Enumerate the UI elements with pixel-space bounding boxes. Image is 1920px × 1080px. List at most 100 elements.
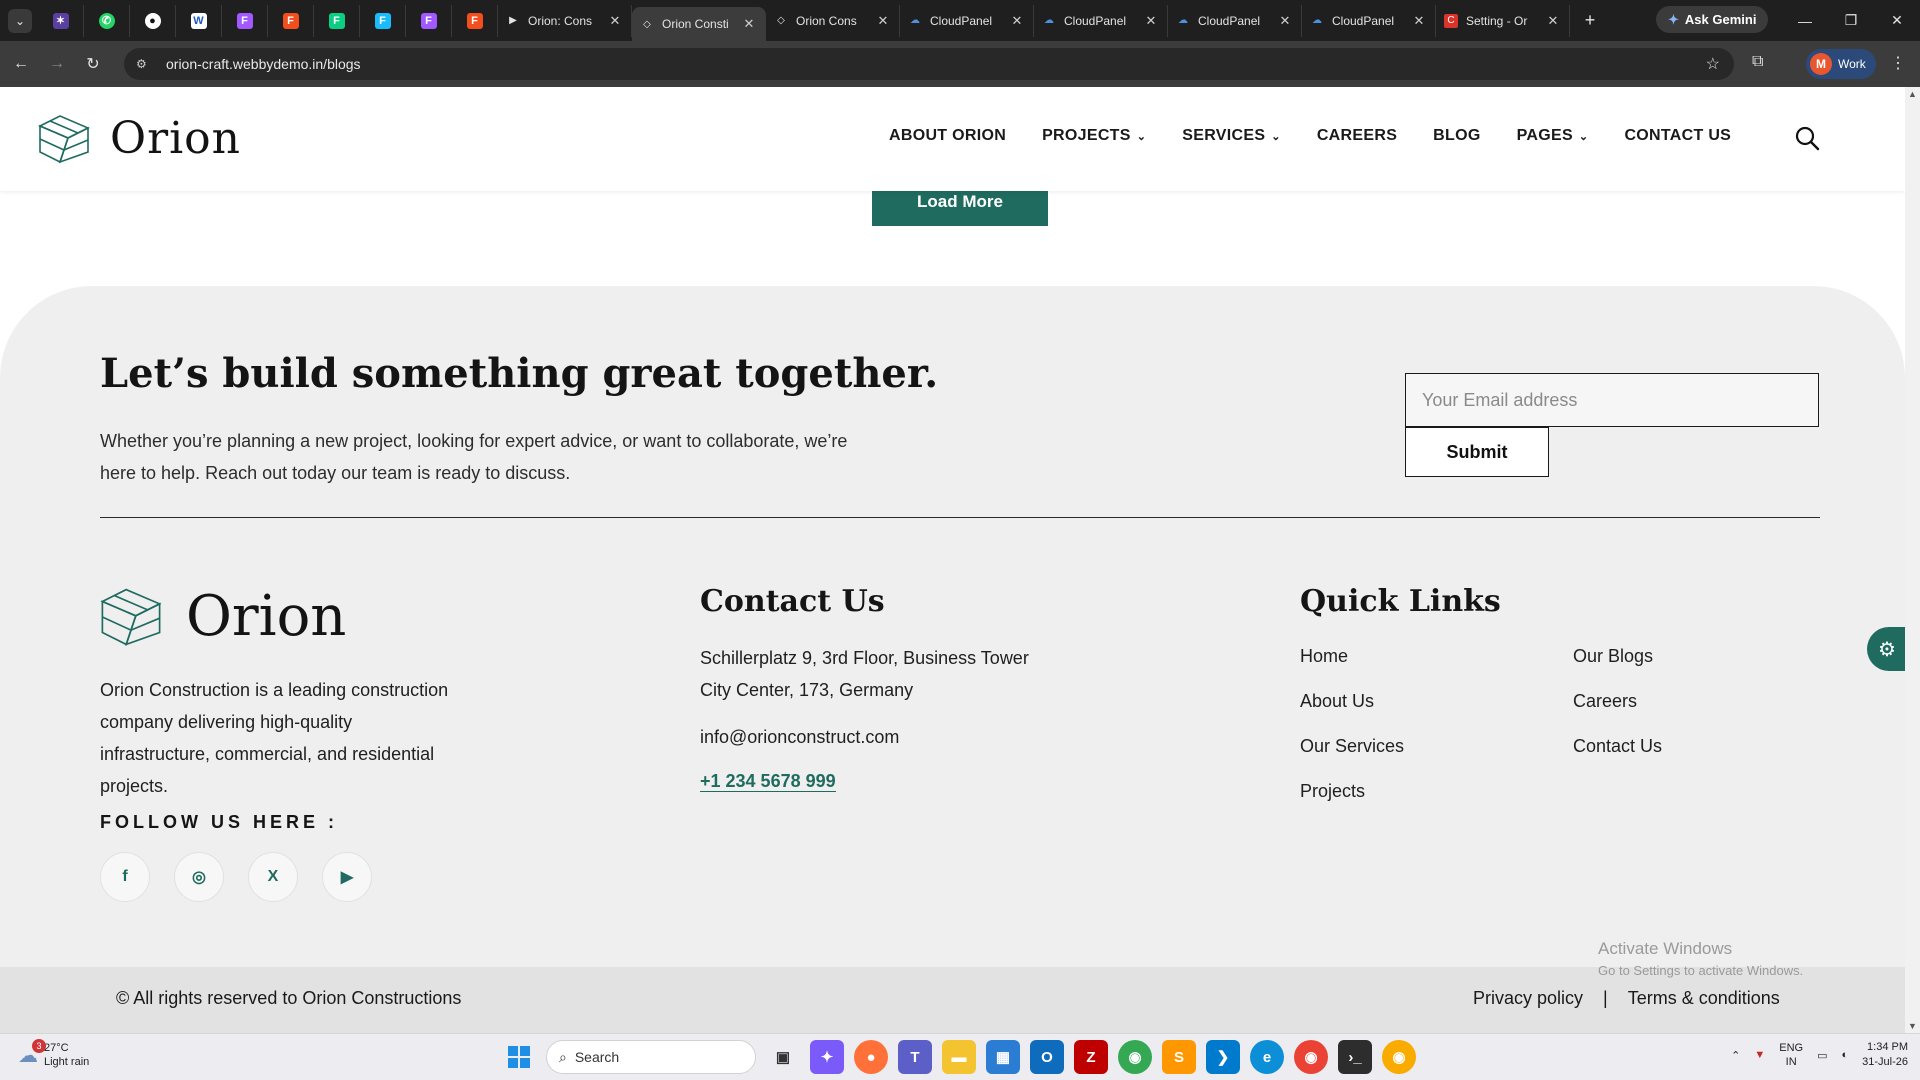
browser-tab[interactable]: C Setting - Or ✕ — [1436, 4, 1570, 37]
nav-contact-us[interactable]: CONTACT US — [1624, 127, 1731, 145]
nav-label: SERVICES — [1182, 127, 1266, 144]
profile-button[interactable]: M Work — [1806, 49, 1876, 79]
quick-link-home[interactable]: Home — [1300, 646, 1348, 667]
sublime-icon[interactable]: S — [1162, 1040, 1196, 1074]
volume-icon[interactable]: ◐ — [1841, 1049, 1848, 1061]
instagram-icon[interactable]: ◎ — [174, 852, 224, 902]
quick-link-projects[interactable]: Projects — [1300, 781, 1365, 802]
edge-icon[interactable]: e — [1250, 1040, 1284, 1074]
youtube-icon[interactable]: ▶ — [322, 852, 372, 902]
store-icon[interactable]: ▦ — [986, 1040, 1020, 1074]
nav-careers[interactable]: CAREERS — [1317, 127, 1397, 145]
pinned-tab[interactable]: F — [452, 4, 498, 37]
contact-email-link[interactable]: info@orionconstruct.com — [700, 721, 899, 753]
nav-services[interactable]: SERVICES ⌄ — [1182, 127, 1281, 145]
x-icon[interactable]: X — [248, 852, 298, 902]
close-icon[interactable]: ✕ — [1545, 13, 1561, 29]
pinned-tab[interactable]: F — [268, 4, 314, 37]
reload-button[interactable]: ↻ — [78, 49, 108, 79]
url-bar[interactable]: ⚙ orion-craft.webbydemo.in/blogs ☆ — [124, 48, 1734, 80]
page-scrollbar[interactable]: ▲ ▼ — [1905, 87, 1920, 1033]
firefox-icon[interactable]: ● — [854, 1040, 888, 1074]
quick-link-contact[interactable]: Contact Us — [1573, 736, 1662, 757]
file-explorer-icon[interactable]: ▬ — [942, 1040, 976, 1074]
search-icon[interactable] — [1794, 125, 1820, 151]
facebook-icon[interactable]: f — [100, 852, 150, 902]
chrome-icon[interactable]: ◉ — [1118, 1040, 1152, 1074]
nav-projects[interactable]: PROJECTS ⌄ — [1042, 127, 1146, 145]
email-input[interactable] — [1405, 373, 1819, 427]
copyright-text: © All rights reserved to Orion Construct… — [116, 988, 462, 1008]
browser-tab[interactable]: ▶ Orion: Cons ✕ — [498, 4, 632, 37]
close-icon[interactable]: ✕ — [1009, 13, 1025, 29]
close-icon[interactable]: ✕ — [1143, 13, 1159, 29]
app-icon: ✶ — [52, 12, 69, 29]
chevron-up-icon[interactable]: ⌃ — [1731, 1049, 1740, 1062]
back-button[interactable]: ← — [6, 49, 36, 79]
contact-phone-link[interactable]: +1 234 5678 999 — [700, 771, 836, 792]
browser-tab-active[interactable]: ◇ Orion Consti ✕ — [632, 7, 766, 41]
new-tab-button[interactable]: + — [1576, 10, 1604, 31]
close-icon[interactable]: ✕ — [1277, 13, 1293, 29]
close-icon[interactable]: ✕ — [741, 16, 757, 32]
pinned-tab[interactable]: F — [222, 4, 268, 37]
task-view-icon[interactable]: ▣ — [766, 1040, 800, 1074]
language-indicator[interactable]: ENG IN — [1779, 1041, 1803, 1069]
start-button[interactable] — [502, 1040, 536, 1074]
restore-button[interactable]: ❐ — [1828, 0, 1874, 41]
vscode-icon[interactable]: ❯ — [1206, 1040, 1240, 1074]
close-icon[interactable]: ✕ — [607, 13, 623, 29]
pinned-tab[interactable]: W — [176, 4, 222, 37]
browser-menu-icon[interactable]: ⋮ — [1890, 53, 1906, 73]
bookmark-star-icon[interactable]: ☆ — [1706, 54, 1720, 74]
nav-blog[interactable]: BLOG — [1433, 127, 1480, 145]
quick-link-blogs[interactable]: Our Blogs — [1573, 646, 1653, 667]
pinned-tab[interactable]: ● — [130, 4, 176, 37]
nav-pages[interactable]: PAGES ⌄ — [1517, 127, 1589, 145]
clock[interactable]: 1:34 PM 31-Jul-26 — [1862, 1040, 1908, 1070]
network-icon[interactable]: ▭ — [1817, 1049, 1827, 1062]
pinned-tab[interactable]: F — [406, 4, 452, 37]
close-window-button[interactable]: ✕ — [1874, 0, 1920, 41]
terms-link[interactable]: Terms & conditions — [1628, 988, 1780, 1009]
pinned-tab[interactable]: F — [360, 4, 406, 37]
chrome-canary-icon[interactable]: ◉ — [1382, 1040, 1416, 1074]
copilot-icon[interactable]: ✦ — [810, 1040, 844, 1074]
chrome-profile-icon[interactable]: ◉ — [1294, 1040, 1328, 1074]
teams-icon[interactable]: T — [898, 1040, 932, 1074]
close-icon[interactable]: ✕ — [875, 13, 891, 29]
terminal-icon[interactable]: ›_ — [1338, 1040, 1372, 1074]
ask-gemini-button[interactable]: ✦ Ask Gemini — [1656, 6, 1769, 33]
scroll-down-icon[interactable]: ▼ — [1908, 1021, 1917, 1031]
quick-link-about[interactable]: About Us — [1300, 691, 1374, 712]
pinned-tab[interactable]: F — [314, 4, 360, 37]
forward-button[interactable]: → — [42, 49, 72, 79]
vpn-icon[interactable]: ▼ — [1754, 1049, 1765, 1061]
nav-about-orion[interactable]: ABOUT ORION — [889, 127, 1006, 145]
outlook-icon[interactable]: O — [1030, 1040, 1064, 1074]
site-footer: Let’s build something great together. Wh… — [0, 286, 1905, 1033]
quick-link-careers[interactable]: Careers — [1573, 691, 1637, 712]
browser-tab[interactable]: ☁ CloudPanel ✕ — [1168, 4, 1302, 37]
browser-tab[interactable]: ☁ CloudPanel ✕ — [900, 4, 1034, 37]
browser-tab[interactable]: ☁ CloudPanel ✕ — [1302, 4, 1436, 37]
pinned-tab[interactable]: ✆ — [84, 4, 130, 37]
footer-logo[interactable]: Orion — [100, 584, 346, 649]
privacy-policy-link[interactable]: Privacy policy — [1473, 988, 1583, 1009]
taskbar-search[interactable]: ⌕ Search — [546, 1040, 756, 1074]
site-logo[interactable]: Orion — [38, 113, 241, 164]
scroll-up-icon[interactable]: ▲ — [1908, 89, 1917, 99]
filezilla-icon[interactable]: Z — [1074, 1040, 1108, 1074]
submit-button[interactable]: Submit — [1405, 427, 1549, 477]
site-info-icon[interactable]: ⚙ — [136, 57, 154, 71]
quick-link-services[interactable]: Our Services — [1300, 736, 1404, 757]
pinned-tab[interactable]: ✶ — [38, 4, 84, 37]
browser-tab[interactable]: ◇ Orion Cons ✕ — [766, 4, 900, 37]
browser-tab[interactable]: ☁ CloudPanel ✕ — [1034, 4, 1168, 37]
weather-widget[interactable]: ☁ 3 27°C Light rain — [18, 1038, 89, 1069]
close-icon[interactable]: ✕ — [1411, 13, 1427, 29]
settings-gear-icon[interactable]: ⚙ — [1867, 627, 1905, 671]
extensions-icon[interactable]: ⧉ — [1752, 53, 1763, 71]
tab-search-button[interactable]: ⌄ — [8, 8, 32, 33]
minimize-button[interactable]: — — [1782, 0, 1828, 41]
